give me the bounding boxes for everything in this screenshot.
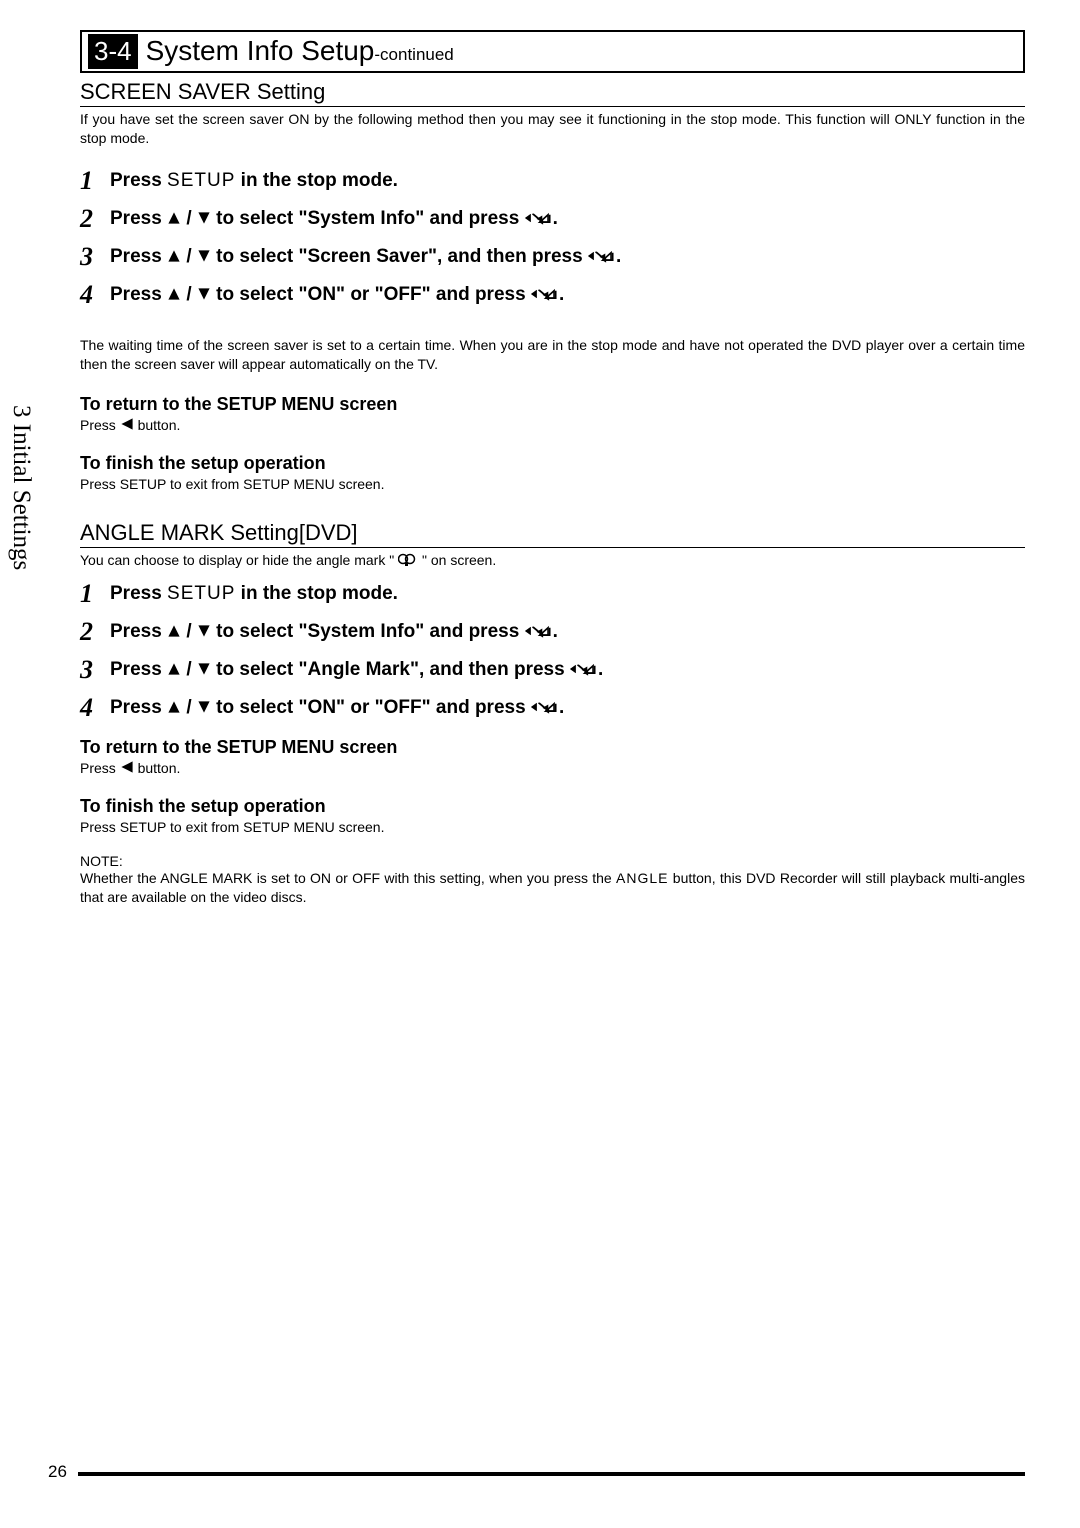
up-triangle-icon [167,249,181,263]
section-title-bar: 3-4 System Info Setup -continued [80,30,1025,73]
step-row: 1 Press SETUP in the stop mode. [80,579,1025,609]
finish-text: Press SETUP to exit from SETUP MENU scre… [80,476,1025,492]
note-body: Whether the ANGLE MARK is set to ON or O… [80,869,1025,907]
down-triangle-icon [197,211,211,225]
step-row: 1 Press SETUP in the stop mode. [80,166,1025,196]
up-triangle-icon [167,624,181,638]
down-triangle-icon [197,662,211,676]
left-triangle-icon [120,417,134,431]
return-heading: To return to the SETUP MENU screen [80,737,1025,758]
angle-mark-icon [398,553,418,567]
step-text: Press / to select "System Info" and pres… [110,208,558,230]
down-triangle-icon [197,249,211,263]
step-number: 1 [80,166,102,196]
step-number: 3 [80,655,102,685]
step-number: 1 [80,579,102,609]
step-number: 4 [80,280,102,310]
up-triangle-icon [167,662,181,676]
return-text: Press button. [80,417,1025,433]
step-number: 3 [80,242,102,272]
screen-saver-intro: If you have set the screen saver ON by t… [80,110,1025,148]
footer-rule [78,1472,1025,1476]
down-triangle-icon [197,624,211,638]
step-text: Press / to select "Screen Saver", and th… [110,246,621,268]
angle-mark-heading: ANGLE MARK Setting[DVD] [80,520,1025,548]
finish-text: Press SETUP to exit from SETUP MENU scre… [80,819,1025,835]
angle-mark-steps: 1 Press SETUP in the stop mode. 2 Press … [80,579,1025,723]
angle-note: NOTE: Whether the ANGLE MARK is set to O… [80,853,1025,907]
play-enter-icon [525,624,553,638]
up-triangle-icon [167,211,181,225]
play-enter-icon [531,700,559,714]
section-continued: -continued [374,45,453,65]
side-tab: 3 Initial Settings [7,405,35,570]
play-enter-icon [570,662,598,676]
step-text: Press SETUP in the stop mode. [110,170,398,192]
screen-saver-heading: SCREEN SAVER Setting [80,79,1025,107]
section-title: System Info Setup [146,35,375,67]
play-enter-icon [588,249,616,263]
up-triangle-icon [167,700,181,714]
step-row: 3 Press / to select "Angle Mark", and th… [80,655,1025,685]
screen-saver-steps: 1 Press SETUP in the stop mode. 2 Press … [80,166,1025,310]
down-triangle-icon [197,700,211,714]
step-text: Press / to select "System Info" and pres… [110,621,558,643]
play-enter-icon [531,287,559,301]
down-triangle-icon [197,287,211,301]
step-text: Press / to select "ON" or "OFF" and pres… [110,284,564,306]
return-text: Press button. [80,760,1025,776]
note-label: NOTE: [80,853,1025,869]
screen-saver-note: The waiting time of the screen saver is … [80,336,1025,374]
step-text: Press / to select "Angle Mark", and then… [110,659,603,681]
step-number: 4 [80,693,102,723]
step-row: 4 Press / to select "ON" or "OFF" and pr… [80,693,1025,723]
step-number: 2 [80,617,102,647]
angle-mark-intro: You can choose to display or hide the an… [80,551,1025,570]
up-triangle-icon [167,287,181,301]
step-row: 4 Press / to select "ON" or "OFF" and pr… [80,280,1025,310]
return-heading: To return to the SETUP MENU screen [80,394,1025,415]
finish-heading: To finish the setup operation [80,796,1025,817]
section-number-badge: 3-4 [88,34,138,69]
step-number: 2 [80,204,102,234]
page-number: 26 [48,1462,67,1482]
step-row: 2 Press / to select "System Info" and pr… [80,617,1025,647]
play-enter-icon [525,211,553,225]
step-row: 3 Press / to select "Screen Saver", and … [80,242,1025,272]
finish-heading: To finish the setup operation [80,453,1025,474]
step-row: 2 Press / to select "System Info" and pr… [80,204,1025,234]
left-triangle-icon [120,760,134,774]
step-text: Press SETUP in the stop mode. [110,583,398,605]
step-text: Press / to select "ON" or "OFF" and pres… [110,697,564,719]
